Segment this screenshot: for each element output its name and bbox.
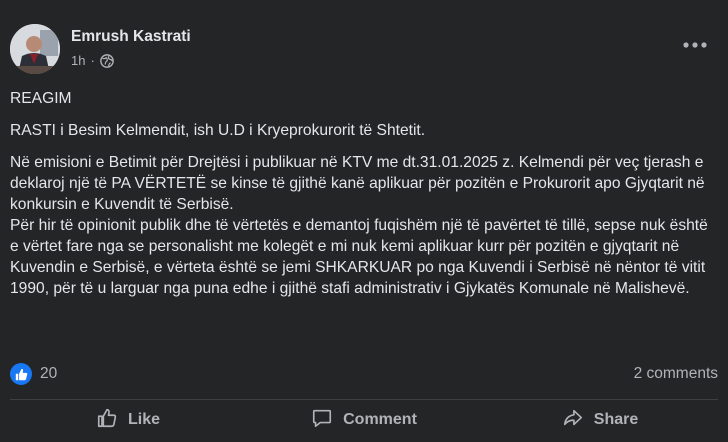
comment-button[interactable]: Comment (249, 403, 479, 437)
post-body: REAGIM RASTI i Besim Kelmendit, ish U.D … (10, 88, 718, 310)
share-icon (562, 407, 584, 434)
share-label: Share (593, 411, 639, 428)
post-header: Emrush Kastrati 1h · (10, 24, 718, 76)
avatar-image (10, 24, 60, 74)
meta-separator: · (90, 53, 95, 68)
post-paragraph: Në emisioni e Betimit për Drejtësi i pub… (10, 154, 705, 213)
post-paragraph: Për hir të opinionit publik dhe të vërte… (10, 217, 708, 297)
share-button[interactable]: Share (485, 403, 715, 437)
more-options-icon[interactable] (680, 33, 710, 57)
like-count: 20 (40, 365, 58, 382)
like-badge-icon (10, 363, 32, 385)
globe-icon (99, 53, 114, 68)
post-time[interactable]: 1h (71, 53, 85, 68)
reactions-summary[interactable]: 20 (10, 363, 57, 385)
post-paragraph: RASTI i Besim Kelmendit, ish U.D i Kryep… (10, 122, 426, 139)
thumbs-up-icon (96, 407, 118, 434)
post-paragraph: REAGIM (10, 90, 72, 107)
like-label: Like (127, 411, 160, 428)
divider (10, 399, 718, 400)
comment-icon (311, 407, 333, 434)
author-name[interactable]: Emrush Kastrati (71, 28, 191, 46)
reaction-stats: 20 2 comments (10, 362, 718, 386)
like-button[interactable]: Like (13, 403, 243, 437)
comment-label: Comment (343, 411, 417, 428)
post-card: Emrush Kastrati 1h · REAGIM RASTI i Besi… (0, 0, 728, 442)
action-bar: Like Comment Share (10, 402, 718, 438)
comments-count[interactable]: 2 comments (634, 365, 718, 383)
avatar[interactable] (10, 24, 60, 74)
post-meta: 1h · (71, 53, 114, 68)
